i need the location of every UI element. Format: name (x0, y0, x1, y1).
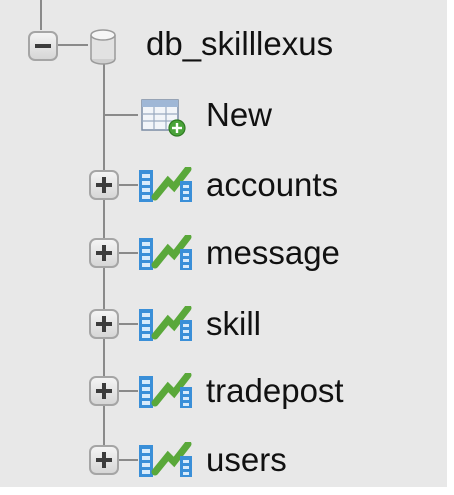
table-name-link[interactable]: tradepost (206, 374, 344, 407)
table-icon (139, 442, 192, 477)
new-table-icon (141, 99, 186, 137)
table-name-link[interactable]: users (206, 443, 287, 476)
table-name-link[interactable]: message (206, 236, 340, 269)
expand-toggle-button[interactable] (89, 170, 119, 200)
table-name-link[interactable]: skill (206, 307, 261, 340)
expand-toggle-button[interactable] (89, 309, 119, 339)
table-icon (139, 306, 192, 341)
new-table-link[interactable]: New (206, 98, 272, 131)
expand-toggle-button[interactable] (89, 238, 119, 268)
database-icon (90, 29, 116, 65)
expand-toggle-button[interactable] (89, 376, 119, 406)
navigation-tree-panel: db_skilllexus New accounts message skill… (0, 0, 447, 487)
expand-toggle-button[interactable] (89, 445, 119, 475)
table-icon (139, 235, 192, 270)
table-icon (139, 167, 192, 202)
collapse-toggle-button[interactable] (28, 31, 58, 61)
table-name-link[interactable]: accounts (206, 168, 338, 201)
table-icon (139, 373, 192, 408)
database-name-link[interactable]: db_skilllexus (146, 27, 333, 60)
